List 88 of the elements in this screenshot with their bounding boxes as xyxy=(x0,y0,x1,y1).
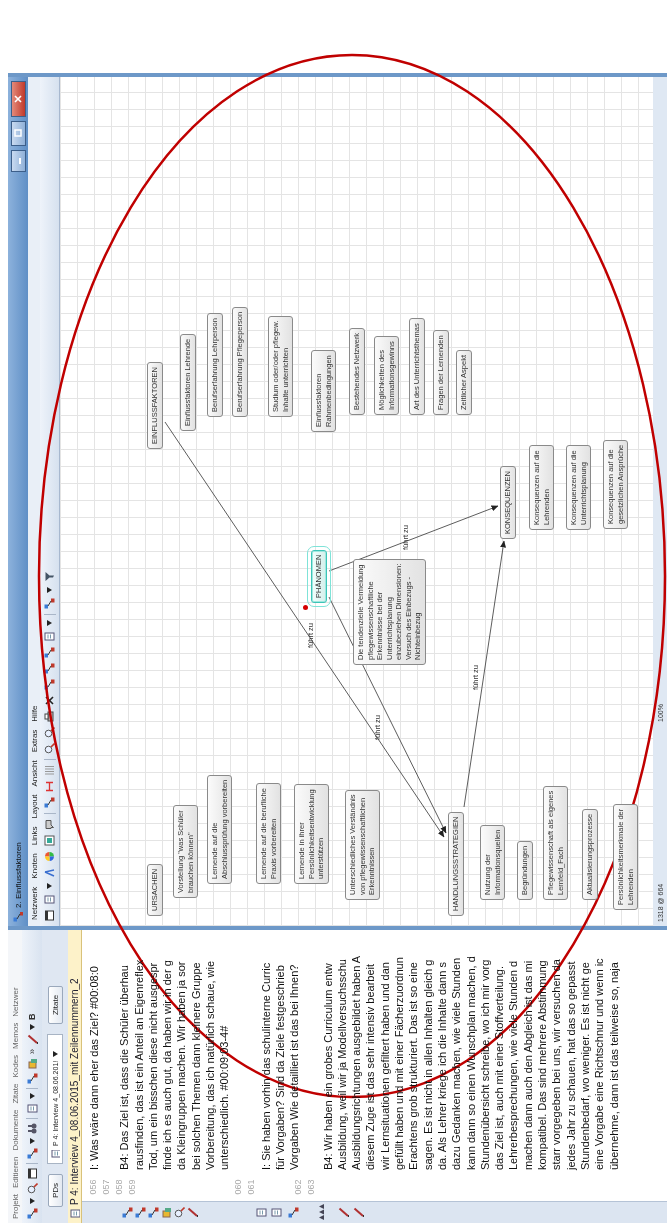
caret-icon xyxy=(29,1024,35,1030)
printer-icon xyxy=(44,711,55,722)
network-icon xyxy=(135,1207,146,1218)
document-icon xyxy=(50,1149,60,1159)
network-icon xyxy=(122,1207,133,1218)
color-wheel-icon xyxy=(44,851,55,862)
caret-icon xyxy=(47,620,52,626)
network-icon xyxy=(44,647,55,658)
menu-item[interactable]: Kodes xyxy=(10,1054,20,1078)
menu-item[interactable]: Dokumente xyxy=(10,1109,20,1151)
menu-item[interactable]: Editieren xyxy=(10,1156,20,1189)
close-button[interactable] xyxy=(10,81,26,117)
caret-icon xyxy=(29,1093,35,1099)
handle-dot xyxy=(303,605,308,610)
close-icon xyxy=(14,95,22,103)
maximize-icon xyxy=(14,129,22,138)
network-icon xyxy=(26,1148,38,1159)
window-icon xyxy=(26,1168,38,1179)
window-title: 2. Einflussfaktoren xyxy=(13,842,23,908)
line-number: 058 xyxy=(113,1179,125,1195)
menu-item[interactable]: Netzwerk xyxy=(29,886,39,920)
network-icon xyxy=(26,1208,38,1219)
menu-item[interactable]: Layout xyxy=(29,794,39,819)
magnifier-icon xyxy=(44,743,55,754)
network-icon xyxy=(26,1073,38,1084)
bold-button[interactable]: B xyxy=(27,1013,37,1020)
filter-icon xyxy=(44,571,55,582)
network-icon xyxy=(44,679,55,690)
slanted-stroke-icon xyxy=(44,867,55,878)
network-icon xyxy=(44,797,55,808)
menu-item[interactable]: Links xyxy=(29,826,39,846)
menu-item[interactable]: Hilfe xyxy=(29,705,39,722)
network-icon xyxy=(288,1207,299,1218)
minimize-button[interactable] xyxy=(10,150,26,172)
pen-icon xyxy=(187,1207,198,1218)
pen-icon xyxy=(26,1034,38,1045)
magnifier-icon xyxy=(26,1183,38,1194)
binoculars-icon xyxy=(26,1123,38,1134)
line-number: 063 xyxy=(305,1179,317,1195)
caret-icon xyxy=(47,883,52,889)
line-number: 057 xyxy=(100,1179,112,1195)
menu-item[interactable]: Knoten xyxy=(29,853,39,879)
menu-item[interactable]: Projekt xyxy=(10,1194,20,1219)
bars-icon xyxy=(44,765,55,776)
speech-bubble-icon xyxy=(44,819,55,830)
pen-icon xyxy=(338,1207,349,1218)
network-icon xyxy=(44,663,55,674)
delete-icon xyxy=(44,695,55,706)
document-icon xyxy=(69,1209,80,1219)
line-number: 056 xyxy=(87,1179,99,1195)
document-title: P 4: Interview 4_08.06.2015_mit Zeilennummern_2 xyxy=(69,978,80,1205)
grip-icon xyxy=(319,1204,324,1221)
document-icon xyxy=(44,894,55,905)
magnifier-icon xyxy=(174,1207,185,1218)
caret-icon xyxy=(47,587,52,593)
line-number: 060 xyxy=(232,1179,244,1195)
line-number: 062 xyxy=(292,1179,304,1195)
menu-item[interactable]: Ansicht xyxy=(29,760,39,787)
documents-button[interactable]: PDs xyxy=(47,1173,63,1207)
flag-icon xyxy=(26,1058,38,1069)
caret-icon xyxy=(29,1198,35,1204)
measure-icon xyxy=(44,781,55,792)
menu-item[interactable]: Zitate xyxy=(10,1083,20,1104)
document-icon xyxy=(256,1207,267,1218)
menu-item[interactable]: Extras xyxy=(29,729,39,753)
document-icon xyxy=(271,1207,282,1218)
document-icon xyxy=(26,1103,38,1114)
palette-icon xyxy=(44,835,55,846)
toolbar-overflow[interactable]: » xyxy=(27,1049,37,1054)
document-icon xyxy=(44,631,55,642)
quotes-button[interactable]: Zitate xyxy=(47,985,63,1024)
maximize-button[interactable] xyxy=(10,121,26,146)
network-icon xyxy=(13,912,23,922)
magnifier-icon xyxy=(44,727,55,738)
interview-paragraph: I: Sie haben vorhin das schulinterne Curric für Vorgaben? Sind da Ziele festgeschrieb Vorgaben Wie detailliert ist das bei Ihnen? xyxy=(258,961,302,1170)
network-icon xyxy=(148,1207,159,1218)
window-icon xyxy=(44,910,55,921)
interview-paragraph: B4: Das Ziel ist, dass die Schüler überhau rausfinden, das ist ein Anteil an Eigenreflex Tod, um ein bisschen diese nicht ausgespr finde ich es auch gut, da haben wir in der g da Kleingruppen machen. Wir haben ja sor bei solchen Themen dann kleinere Gruppe Vorbereitung, das ich natürlich schaue, wie unterschiedlich. #00:09:03-4# xyxy=(117,958,232,1170)
interview-paragraph: I: Was wäre dann eher das Ziel? #00:08:0 xyxy=(87,965,101,1170)
menu-item[interactable]: Memos xyxy=(10,1022,20,1049)
line-number: 061 xyxy=(245,1179,257,1195)
network-icon xyxy=(44,598,55,609)
menu-item[interactable]: Netzwer xyxy=(10,987,20,1017)
line-number: 059 xyxy=(126,1179,138,1195)
pen-icon xyxy=(353,1207,364,1218)
caret-icon xyxy=(29,1138,35,1144)
flag-icon xyxy=(161,1207,172,1218)
caret-icon xyxy=(52,1050,58,1057)
